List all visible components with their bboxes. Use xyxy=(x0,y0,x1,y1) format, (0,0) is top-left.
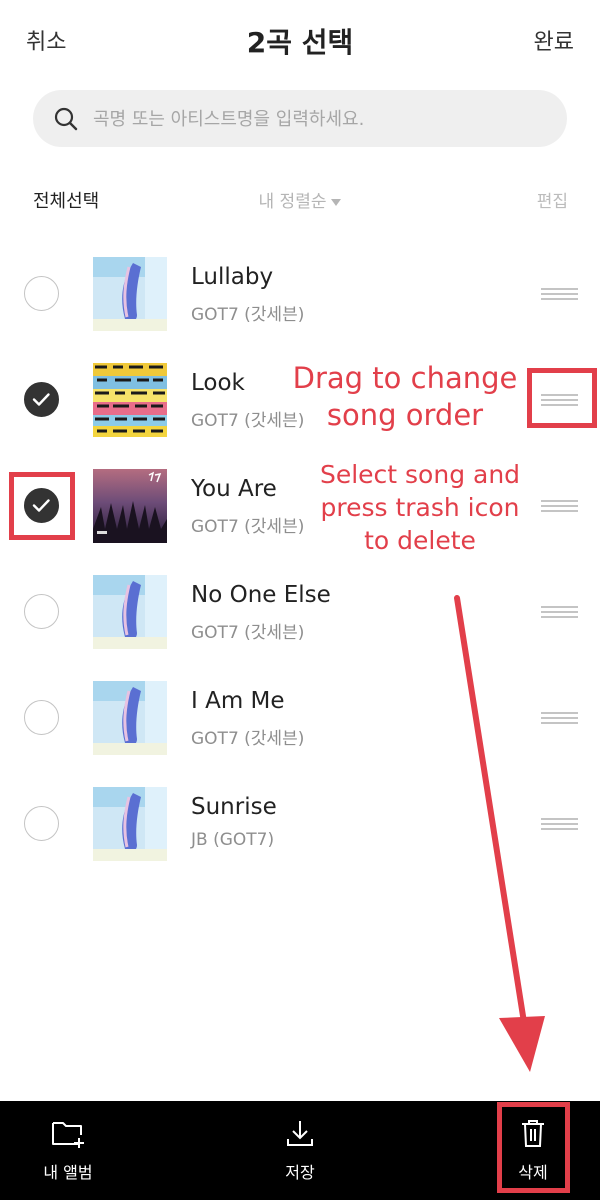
sort-label: 내 정렬순 xyxy=(258,192,327,212)
song-title: Sunrise xyxy=(191,794,277,820)
song-artist: GOT7 (갓세븐) xyxy=(191,729,305,749)
add-folder-icon xyxy=(52,1122,84,1148)
song-artist: GOT7 (갓세븐) xyxy=(191,305,305,325)
select-checkbox-checked[interactable] xyxy=(24,382,59,417)
album-cover xyxy=(93,363,167,437)
song-artist: GOT7 (갓세븐) xyxy=(191,411,305,431)
caret-down-icon xyxy=(331,198,342,206)
song-title: I Am Me xyxy=(191,688,285,714)
select-checkbox[interactable] xyxy=(24,700,59,735)
song-title: You Are xyxy=(191,476,277,502)
my-album-label: 내 앨범 xyxy=(43,1163,93,1182)
select-checkbox[interactable] xyxy=(24,806,59,841)
sort-dropdown: 내 정렬순 xyxy=(0,187,600,212)
album-cover xyxy=(93,681,167,755)
save-button[interactable]: 저장 xyxy=(250,1117,350,1183)
song-artist: GOT7 (갓세븐) xyxy=(191,517,305,537)
search-bar[interactable]: 곡명 또는 아티스트명을 입력하세요. xyxy=(33,90,567,147)
annotation-arrow xyxy=(454,595,545,1072)
download-icon xyxy=(287,1121,313,1146)
drag-handle[interactable] xyxy=(541,500,578,512)
highlight-box-checkbox xyxy=(9,472,75,540)
cancel-button[interactable]: 취소 xyxy=(26,24,66,56)
search-input[interactable]: 곡명 또는 아티스트명을 입력하세요. xyxy=(93,105,364,131)
check-icon xyxy=(32,393,50,406)
album-cover xyxy=(93,469,167,543)
select-checkbox[interactable] xyxy=(24,276,59,311)
select-checkbox[interactable] xyxy=(24,594,59,629)
edit-button[interactable]: 편집 xyxy=(537,187,568,212)
header: 취소 2곡 선택 완료 xyxy=(0,0,600,80)
drag-handle[interactable] xyxy=(541,288,578,300)
album-cover xyxy=(93,257,167,331)
song-artist: JB (GOT7) xyxy=(191,830,275,850)
album-cover xyxy=(93,575,167,649)
list-toolbar: 전체선택 내 정렬순 편집 xyxy=(0,185,600,215)
song-title: Look xyxy=(191,370,245,396)
highlight-box-trash xyxy=(497,1102,570,1193)
sort-dropdown-button[interactable]: 내 정렬순 xyxy=(259,187,342,212)
song-title: No One Else xyxy=(191,582,331,608)
song-row-1[interactable]: Look GOT7 (갓세븐) xyxy=(0,358,600,464)
song-row-2[interactable]: You Are GOT7 (갓세븐) xyxy=(0,464,600,570)
album-cover xyxy=(93,787,167,861)
song-title: Lullaby xyxy=(191,264,274,290)
search-icon xyxy=(53,106,79,132)
my-album-button[interactable]: 내 앨범 xyxy=(18,1117,118,1183)
page-title: 2곡 선택 xyxy=(246,26,354,59)
save-label: 저장 xyxy=(285,1163,315,1182)
song-row-0[interactable]: Lullaby GOT7 (갓세븐) xyxy=(0,252,600,358)
song-artist: GOT7 (갓세븐) xyxy=(191,623,305,643)
done-button[interactable]: 완료 xyxy=(534,24,574,56)
highlight-box-drag-handle xyxy=(527,368,597,428)
